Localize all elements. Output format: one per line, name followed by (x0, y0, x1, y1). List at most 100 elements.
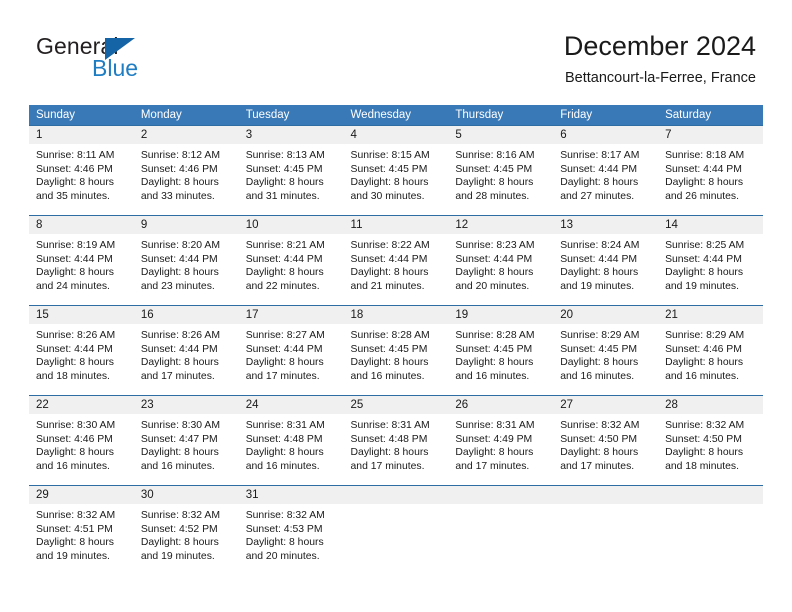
sunrise-text: Sunrise: 8:21 AM (245, 240, 325, 251)
day-number: 22 (29, 396, 134, 414)
daylight-text-line2: and 31 minutes. (245, 190, 320, 202)
day-cell[interactable]: 11 Sunrise: 8:22 AM Sunset: 4:44 PM Dayl… (343, 216, 449, 305)
day-info: Sunrise: 8:28 AM Sunset: 4:45 PM Dayligh… (344, 324, 449, 383)
day-cell[interactable]: 28 Sunrise: 8:32 AM Sunset: 4:50 PM Dayl… (658, 396, 763, 485)
day-cell[interactable]: 6 Sunrise: 8:17 AM Sunset: 4:44 PM Dayli… (553, 126, 659, 215)
day-number (553, 486, 659, 504)
day-cell[interactable]: 25 Sunrise: 8:31 AM Sunset: 4:48 PM Dayl… (343, 396, 449, 485)
weekday-header-saturday: Saturday (665, 109, 712, 121)
sunset-text: Sunset: 4:45 PM (455, 163, 533, 175)
day-info: Sunrise: 8:21 AM Sunset: 4:44 PM Dayligh… (239, 234, 344, 293)
day-number: 2 (133, 126, 239, 144)
day-cell[interactable]: 14 Sunrise: 8:25 AM Sunset: 4:44 PM Dayl… (658, 216, 763, 305)
sunset-text: Sunset: 4:53 PM (245, 523, 323, 535)
daylight-text-line2: and 18 minutes. (665, 460, 739, 472)
day-number: 13 (553, 216, 659, 234)
page-header: General Blue December 2024 Bettancourt-l… (0, 0, 792, 100)
day-cell[interactable]: 29 Sunrise: 8:32 AM Sunset: 4:51 PM Dayl… (29, 486, 134, 575)
daylight-text-line2: and 23 minutes. (140, 280, 215, 292)
day-cell[interactable]: 3 Sunrise: 8:13 AM Sunset: 4:45 PM Dayli… (238, 126, 344, 215)
day-cell[interactable]: 26 Sunrise: 8:31 AM Sunset: 4:49 PM Dayl… (448, 396, 554, 485)
day-number: 29 (29, 486, 134, 504)
day-cell[interactable]: 4 Sunrise: 8:15 AM Sunset: 4:45 PM Dayli… (343, 126, 449, 215)
weekday-header-friday: Friday (560, 109, 593, 121)
daylight-text-line2: and 17 minutes. (455, 460, 530, 472)
page-subtitle: Bettancourt-la-Ferree, France (565, 70, 756, 86)
daylight-text-line2: and 16 minutes. (455, 370, 530, 382)
daylight-text-line1: Daylight: 8 hours (245, 177, 324, 189)
day-info: Sunrise: 8:17 AM Sunset: 4:44 PM Dayligh… (553, 144, 658, 203)
day-number: 11 (343, 216, 449, 234)
day-cell[interactable]: 16 Sunrise: 8:26 AM Sunset: 4:44 PM Dayl… (133, 306, 239, 395)
day-cell[interactable]: 23 Sunrise: 8:30 AM Sunset: 4:47 PM Dayl… (133, 396, 239, 485)
day-cell[interactable]: 24 Sunrise: 8:31 AM Sunset: 4:48 PM Dayl… (238, 396, 344, 485)
day-info: Sunrise: 8:32 AM Sunset: 4:50 PM Dayligh… (553, 414, 658, 473)
day-cell-empty (658, 486, 763, 575)
day-number: 28 (658, 396, 763, 414)
daylight-text-line2: and 35 minutes. (36, 190, 110, 202)
daylight-text-line2: and 16 minutes. (560, 370, 635, 382)
day-cell[interactable]: 10 Sunrise: 8:21 AM Sunset: 4:44 PM Dayl… (238, 216, 344, 305)
daylight-text-line2: and 19 minutes. (140, 550, 215, 562)
day-cell[interactable]: 18 Sunrise: 8:28 AM Sunset: 4:45 PM Dayl… (343, 306, 449, 395)
daylight-text-line1: Daylight: 8 hours (455, 357, 534, 369)
weekday-header-thursday: Thursday (455, 109, 504, 121)
day-number: 17 (238, 306, 344, 324)
day-info: Sunrise: 8:26 AM Sunset: 4:44 PM Dayligh… (134, 324, 239, 383)
calendar-page: General Blue December 2024 Bettancourt-l… (0, 0, 792, 612)
day-info: Sunrise: 8:30 AM Sunset: 4:46 PM Dayligh… (29, 414, 134, 473)
sunset-text: Sunset: 4:45 PM (350, 163, 428, 175)
day-number: 10 (238, 216, 344, 234)
day-number: 9 (133, 216, 239, 234)
day-info: Sunrise: 8:16 AM Sunset: 4:45 PM Dayligh… (448, 144, 553, 203)
day-cell[interactable]: 1 Sunrise: 8:11 AM Sunset: 4:46 PM Dayli… (29, 126, 134, 215)
day-cell[interactable]: 27 Sunrise: 8:32 AM Sunset: 4:50 PM Dayl… (553, 396, 659, 485)
daylight-text-line2: and 21 minutes. (350, 280, 425, 292)
daylight-text-line2: and 24 minutes. (36, 280, 110, 292)
brand-logo[interactable]: General Blue (36, 33, 236, 87)
daylight-text-line2: and 26 minutes. (665, 190, 739, 202)
day-cell[interactable]: 15 Sunrise: 8:26 AM Sunset: 4:44 PM Dayl… (29, 306, 134, 395)
sunset-text: Sunset: 4:44 PM (560, 163, 638, 175)
day-cell[interactable]: 30 Sunrise: 8:32 AM Sunset: 4:52 PM Dayl… (133, 486, 239, 575)
sunset-text: Sunset: 4:52 PM (140, 523, 218, 535)
day-cell[interactable]: 17 Sunrise: 8:27 AM Sunset: 4:44 PM Dayl… (238, 306, 344, 395)
brand-name-blue: Blue (92, 55, 139, 81)
sunset-text: Sunset: 4:44 PM (665, 163, 742, 175)
day-cell[interactable]: 8 Sunrise: 8:19 AM Sunset: 4:44 PM Dayli… (29, 216, 134, 305)
daylight-text-line2: and 27 minutes. (560, 190, 635, 202)
sunrise-text: Sunrise: 8:32 AM (665, 420, 745, 431)
daylight-text-line1: Daylight: 8 hours (140, 537, 219, 549)
sunset-text: Sunset: 4:44 PM (140, 343, 218, 355)
sunrise-text: Sunrise: 8:17 AM (560, 150, 640, 161)
sunset-text: Sunset: 4:44 PM (140, 253, 218, 265)
day-cell[interactable]: 13 Sunrise: 8:24 AM Sunset: 4:44 PM Dayl… (553, 216, 659, 305)
day-cell[interactable]: 2 Sunrise: 8:12 AM Sunset: 4:46 PM Dayli… (133, 126, 239, 215)
daylight-text-line2: and 16 minutes. (245, 460, 320, 472)
day-info: Sunrise: 8:13 AM Sunset: 4:45 PM Dayligh… (239, 144, 344, 203)
day-cell[interactable]: 9 Sunrise: 8:20 AM Sunset: 4:44 PM Dayli… (133, 216, 239, 305)
day-cell[interactable]: 22 Sunrise: 8:30 AM Sunset: 4:46 PM Dayl… (29, 396, 134, 485)
day-cell[interactable]: 12 Sunrise: 8:23 AM Sunset: 4:44 PM Dayl… (448, 216, 554, 305)
day-cell[interactable]: 21 Sunrise: 8:29 AM Sunset: 4:46 PM Dayl… (658, 306, 763, 395)
day-cell[interactable]: 31 Sunrise: 8:32 AM Sunset: 4:53 PM Dayl… (238, 486, 344, 575)
sunrise-text: Sunrise: 8:32 AM (140, 510, 220, 521)
sunrise-text: Sunrise: 8:31 AM (245, 420, 325, 431)
week-row: 8 Sunrise: 8:19 AM Sunset: 4:44 PM Dayli… (29, 215, 763, 305)
sunset-text: Sunset: 4:46 PM (665, 343, 742, 355)
sunrise-text: Sunrise: 8:16 AM (455, 150, 535, 161)
day-cell[interactable]: 19 Sunrise: 8:28 AM Sunset: 4:45 PM Dayl… (448, 306, 554, 395)
weekday-header-sunday: Sunday (36, 109, 76, 121)
sunrise-text: Sunrise: 8:11 AM (36, 150, 115, 161)
day-number: 30 (133, 486, 239, 504)
daylight-text-line2: and 30 minutes. (350, 190, 425, 202)
day-number: 14 (658, 216, 763, 234)
sunset-text: Sunset: 4:50 PM (560, 433, 638, 445)
day-cell[interactable]: 5 Sunrise: 8:16 AM Sunset: 4:45 PM Dayli… (448, 126, 554, 215)
daylight-text-line1: Daylight: 8 hours (350, 447, 429, 459)
day-cell[interactable]: 20 Sunrise: 8:29 AM Sunset: 4:45 PM Dayl… (553, 306, 659, 395)
daylight-text-line1: Daylight: 8 hours (665, 267, 744, 279)
day-cell[interactable]: 7 Sunrise: 8:18 AM Sunset: 4:44 PM Dayli… (658, 126, 763, 215)
day-cell-empty (448, 486, 554, 575)
daylight-text-line2: and 22 minutes. (245, 280, 320, 292)
